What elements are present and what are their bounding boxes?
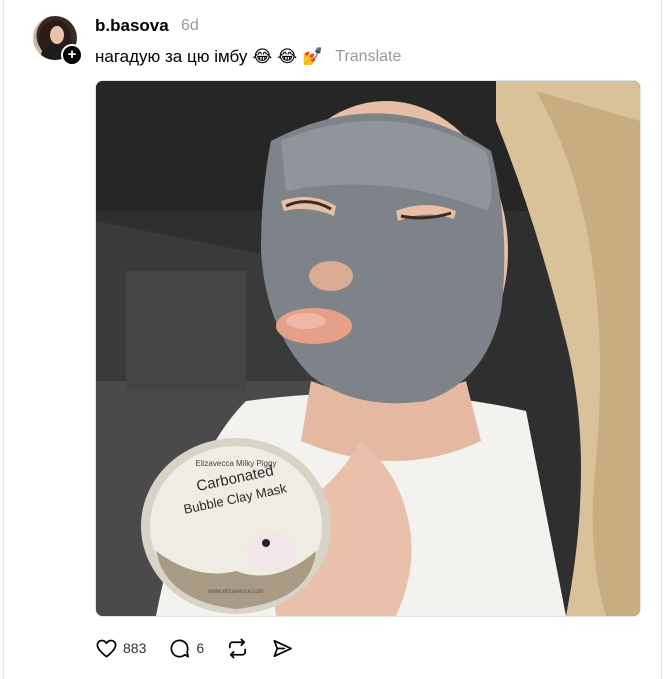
post-image[interactable]: Elizavecca Milky Piggy Carbonated Bubble… xyxy=(95,80,641,617)
translate-link[interactable]: Translate xyxy=(335,48,401,66)
nail-polish-emoji: 💅 xyxy=(302,47,324,66)
like-button[interactable]: 883 xyxy=(95,637,146,660)
reply-count: 6 xyxy=(196,640,205,656)
avatar-button[interactable]: + xyxy=(33,16,83,66)
caption-row: нагадую за цю імбу 😂 😂 💅 Translate xyxy=(95,46,401,68)
repost-button[interactable] xyxy=(226,637,249,660)
like-count: 883 xyxy=(123,640,147,656)
post-caption: нагадую за цю імбу xyxy=(95,47,248,66)
photo-illustration: Elizavecca Milky Piggy Carbonated Bubble… xyxy=(96,81,640,616)
laughing-emoji: 😂 xyxy=(252,47,273,66)
post-timestamp[interactable]: 6d xyxy=(181,17,199,35)
post-actions: 883 6 xyxy=(95,635,316,661)
heart-icon xyxy=(96,639,117,658)
avatar-face xyxy=(50,26,64,44)
reply-button[interactable]: 6 xyxy=(168,637,204,660)
laughing-emoji: 😂 xyxy=(277,47,298,66)
thread-post: + b.basova 6d нагадую за цю імбу 😂 😂 💅 T… xyxy=(0,0,666,679)
comment-icon xyxy=(170,639,190,658)
repost-icon xyxy=(229,638,247,658)
jar-url-label: www.elizavecca.com xyxy=(207,589,263,595)
send-icon xyxy=(273,639,293,657)
username[interactable]: b.basova xyxy=(95,16,169,36)
follow-plus-icon[interactable]: + xyxy=(61,44,83,66)
share-button[interactable] xyxy=(271,637,294,660)
